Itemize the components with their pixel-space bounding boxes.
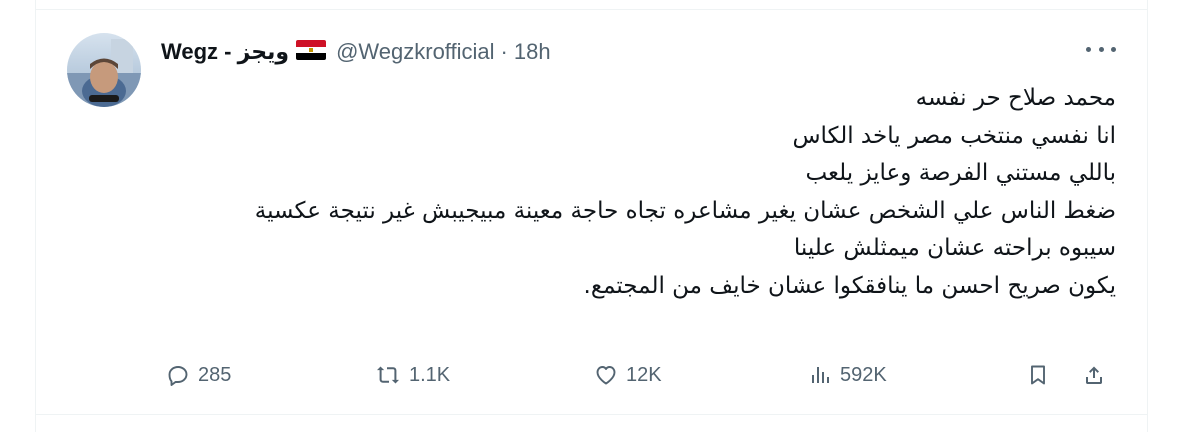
like-count: 12K <box>626 363 662 386</box>
repost-arrows-icon <box>375 363 401 387</box>
handle[interactable]: @Wegzkrofficial <box>336 39 494 65</box>
reply-count: 285 <box>198 363 232 386</box>
share-upload-icon <box>1082 363 1106 387</box>
separator-dot: · <box>500 39 508 64</box>
tweet-text-line: باللي مستني الفرصة وعايز يلعب <box>805 160 1116 186</box>
bookmark-icon <box>1026 363 1050 387</box>
views-button[interactable]: 592K <box>808 355 887 395</box>
egypt-flag-icon <box>296 39 327 65</box>
timeline-border-right <box>1147 0 1148 432</box>
heart-icon <box>594 363 618 387</box>
reply-button[interactable]: 285 <box>166 355 231 395</box>
repost-count: 1.1K <box>409 363 451 386</box>
tweet-text-line: انا نفسي منتخب مصر ياخد الكاس <box>792 122 1116 149</box>
tweet[interactable]: Wegz - ويجز @Wegzkrofficial · 18h محمد ص… <box>36 10 1147 414</box>
tweet-text: محمد صلاح حر نفسه انا نفسي منتخب مصر ياخ… <box>176 80 1116 305</box>
tweet-text-line: سيبوه براحته عشان ميمثلش علينا <box>793 235 1116 261</box>
repost-button[interactable]: 1.1K <box>375 355 450 395</box>
tweet-actions: 285 1.1K 12K 592K <box>36 355 1147 395</box>
timestamp[interactable]: 18h <box>514 39 551 65</box>
tweet-text-line: يكون صريح احسن ما ينافقكوا عشان خايف من … <box>583 272 1116 299</box>
tweet-header: Wegz - ويجز @Wegzkrofficial · 18h <box>161 37 551 67</box>
views-count: 592K <box>840 363 887 386</box>
more-dots-icon[interactable] <box>1086 38 1116 60</box>
like-button[interactable]: 12K <box>594 355 662 395</box>
divider-bottom <box>35 414 1148 415</box>
reply-bubble-icon <box>166 363 190 387</box>
tweet-text-line: ضغط الناس علي الشخص عشان يغير مشاعره تجا… <box>254 197 1116 224</box>
page: Wegz - ويجز @Wegzkrofficial · 18h محمد ص… <box>0 0 1200 432</box>
avatar[interactable] <box>67 33 141 107</box>
views-chart-icon <box>808 363 832 387</box>
display-name[interactable]: Wegz - ويجز <box>161 39 289 65</box>
tweet-text-line: محمد صلاح حر نفسه <box>915 85 1116 111</box>
bookmark-button[interactable] <box>1026 355 1050 395</box>
share-button[interactable] <box>1082 355 1106 395</box>
